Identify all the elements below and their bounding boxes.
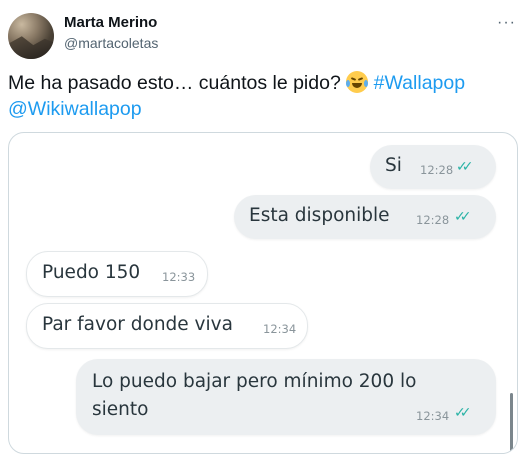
- read-checkmarks-icon: ✓✓: [456, 159, 474, 175]
- message-time: 12:33: [162, 270, 196, 284]
- scrollbar[interactable]: [510, 393, 513, 453]
- laughing-tears-emoji-icon: [346, 71, 369, 93]
- read-checkmarks-icon: ✓✓: [454, 405, 472, 421]
- message-time: 12:34: [416, 409, 450, 423]
- chat-bubble-incoming: Puedo 150 12:33: [26, 251, 208, 297]
- chat-screenshot: Si 12:28 ✓✓ Esta disponible 12:28 ✓✓ Pue…: [9, 133, 517, 453]
- author-handle[interactable]: @martacoletas: [64, 35, 158, 51]
- mention-link[interactable]: @Wikiwallapop: [8, 98, 142, 120]
- message-time: 12:28: [416, 213, 450, 227]
- read-checkmarks-icon: ✓✓: [454, 209, 472, 225]
- message-time: 12:34: [263, 322, 297, 336]
- attached-image[interactable]: Si 12:28 ✓✓ Esta disponible 12:28 ✓✓ Pue…: [8, 132, 518, 454]
- message-text: Esta disponible: [249, 205, 390, 226]
- chat-bubble-incoming: Par favor donde viva 12:34: [26, 303, 308, 349]
- tweet-text: Me ha pasado esto… cuántos le pido? #Wal…: [8, 70, 518, 122]
- message-text-line-2: siento: [92, 399, 149, 420]
- hashtag-link[interactable]: #Wallapop: [374, 72, 465, 94]
- message-text: Par favor donde viva: [42, 314, 233, 335]
- message-text: Si: [385, 155, 402, 176]
- tweet-body: Me ha pasado esto… cuántos le pido?: [8, 72, 341, 94]
- more-options-icon[interactable]: ···: [497, 14, 516, 32]
- author-name[interactable]: Marta Merino: [64, 14, 157, 31]
- message-time: 12:28: [420, 163, 454, 177]
- message-text: Puedo 150: [42, 262, 141, 283]
- chat-bubble-outgoing: Esta disponible 12:28 ✓✓: [234, 195, 496, 239]
- chat-bubble-outgoing: Si 12:28 ✓✓: [370, 145, 496, 189]
- chat-bubble-outgoing: Lo puedo bajar pero mínimo 200 lo siento…: [76, 359, 496, 435]
- message-text-line-1: Lo puedo bajar pero mínimo 200 lo: [92, 371, 417, 392]
- avatar[interactable]: [8, 13, 54, 59]
